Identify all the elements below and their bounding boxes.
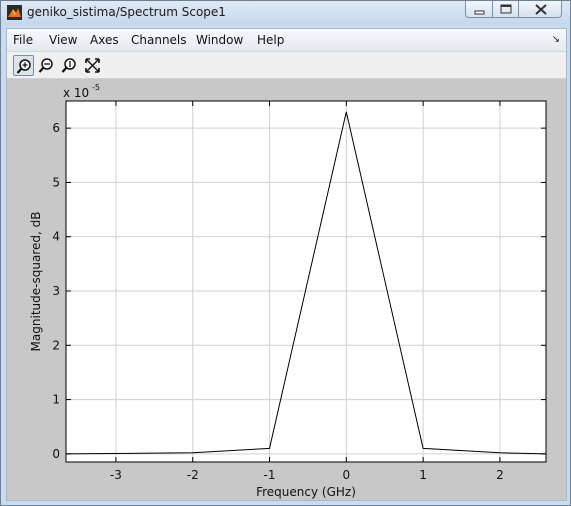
maximize-icon bbox=[500, 4, 512, 14]
menu-help[interactable]: Help bbox=[257, 33, 284, 47]
minimize-button[interactable] bbox=[465, 1, 493, 18]
close-icon bbox=[535, 4, 547, 15]
y-tick-label: 5 bbox=[52, 175, 60, 189]
menu-file[interactable]: File bbox=[13, 33, 33, 47]
x-tick-label: -2 bbox=[187, 468, 199, 482]
x-tick-label: -3 bbox=[110, 468, 122, 482]
minimize-icon bbox=[474, 10, 485, 15]
axes-background bbox=[65, 100, 547, 463]
x-axis-label: Frequency (GHz) bbox=[256, 485, 356, 499]
x-tick-label: -1 bbox=[264, 468, 276, 482]
zoom-x-icon bbox=[38, 58, 53, 73]
x-tick-label: 0 bbox=[342, 468, 350, 482]
close-button[interactable] bbox=[518, 1, 562, 18]
x-tick-label: 1 bbox=[419, 468, 427, 482]
maximize-button[interactable] bbox=[492, 1, 519, 18]
autoscale-button[interactable] bbox=[82, 55, 103, 76]
menu-channels[interactable]: Channels bbox=[131, 33, 187, 47]
y-tick-label: 2 bbox=[52, 338, 60, 352]
menu-axes[interactable]: Axes bbox=[90, 33, 119, 47]
spectrum-chart[interactable]: -3 -2 -1 0 1 2 0 1 2 3 4 5 6 x 10 -5 Frequency (GHz… bbox=[7, 79, 566, 500]
y-exponent-power: -5 bbox=[92, 83, 100, 92]
y-tick-label: 3 bbox=[52, 284, 60, 298]
x-tick-label: 2 bbox=[496, 468, 504, 482]
menu-view[interactable]: View bbox=[49, 33, 77, 47]
plot-area: -3 -2 -1 0 1 2 0 1 2 3 4 5 6 x 10 -5 Frequency (GHz… bbox=[7, 79, 566, 500]
figure-frame: File View Axes Channels Window Help ↘ -3… bbox=[6, 28, 567, 501]
zoom-in-icon bbox=[16, 59, 31, 74]
autoscale-icon bbox=[85, 58, 100, 73]
y-tick-label: 4 bbox=[52, 230, 60, 244]
spectrum-scope-window: geniko_sistima/Spectrum Scope1 File View… bbox=[0, 0, 571, 506]
y-tick-label: 1 bbox=[52, 393, 60, 407]
menu-bar: File View Axes Channels Window Help ↘ bbox=[7, 29, 566, 52]
zoom-y-icon bbox=[61, 58, 76, 73]
zoom-y-button[interactable] bbox=[59, 55, 80, 76]
dock-arrow-icon[interactable]: ↘ bbox=[552, 34, 560, 45]
matlab-app-icon bbox=[7, 5, 22, 20]
toolbar bbox=[7, 52, 566, 79]
menu-window[interactable]: Window bbox=[196, 33, 243, 47]
y-exponent-label: x 10 bbox=[63, 86, 89, 100]
zoom-x-button[interactable] bbox=[36, 55, 57, 76]
zoom-in-button[interactable] bbox=[13, 55, 34, 76]
y-axis-label: Magnitude-squared, dB bbox=[29, 212, 43, 352]
title-bar[interactable]: geniko_sistima/Spectrum Scope1 bbox=[1, 1, 570, 24]
y-tick-label: 6 bbox=[52, 121, 60, 135]
window-title: geniko_sistima/Spectrum Scope1 bbox=[27, 5, 226, 19]
y-tick-label: 0 bbox=[52, 447, 60, 461]
